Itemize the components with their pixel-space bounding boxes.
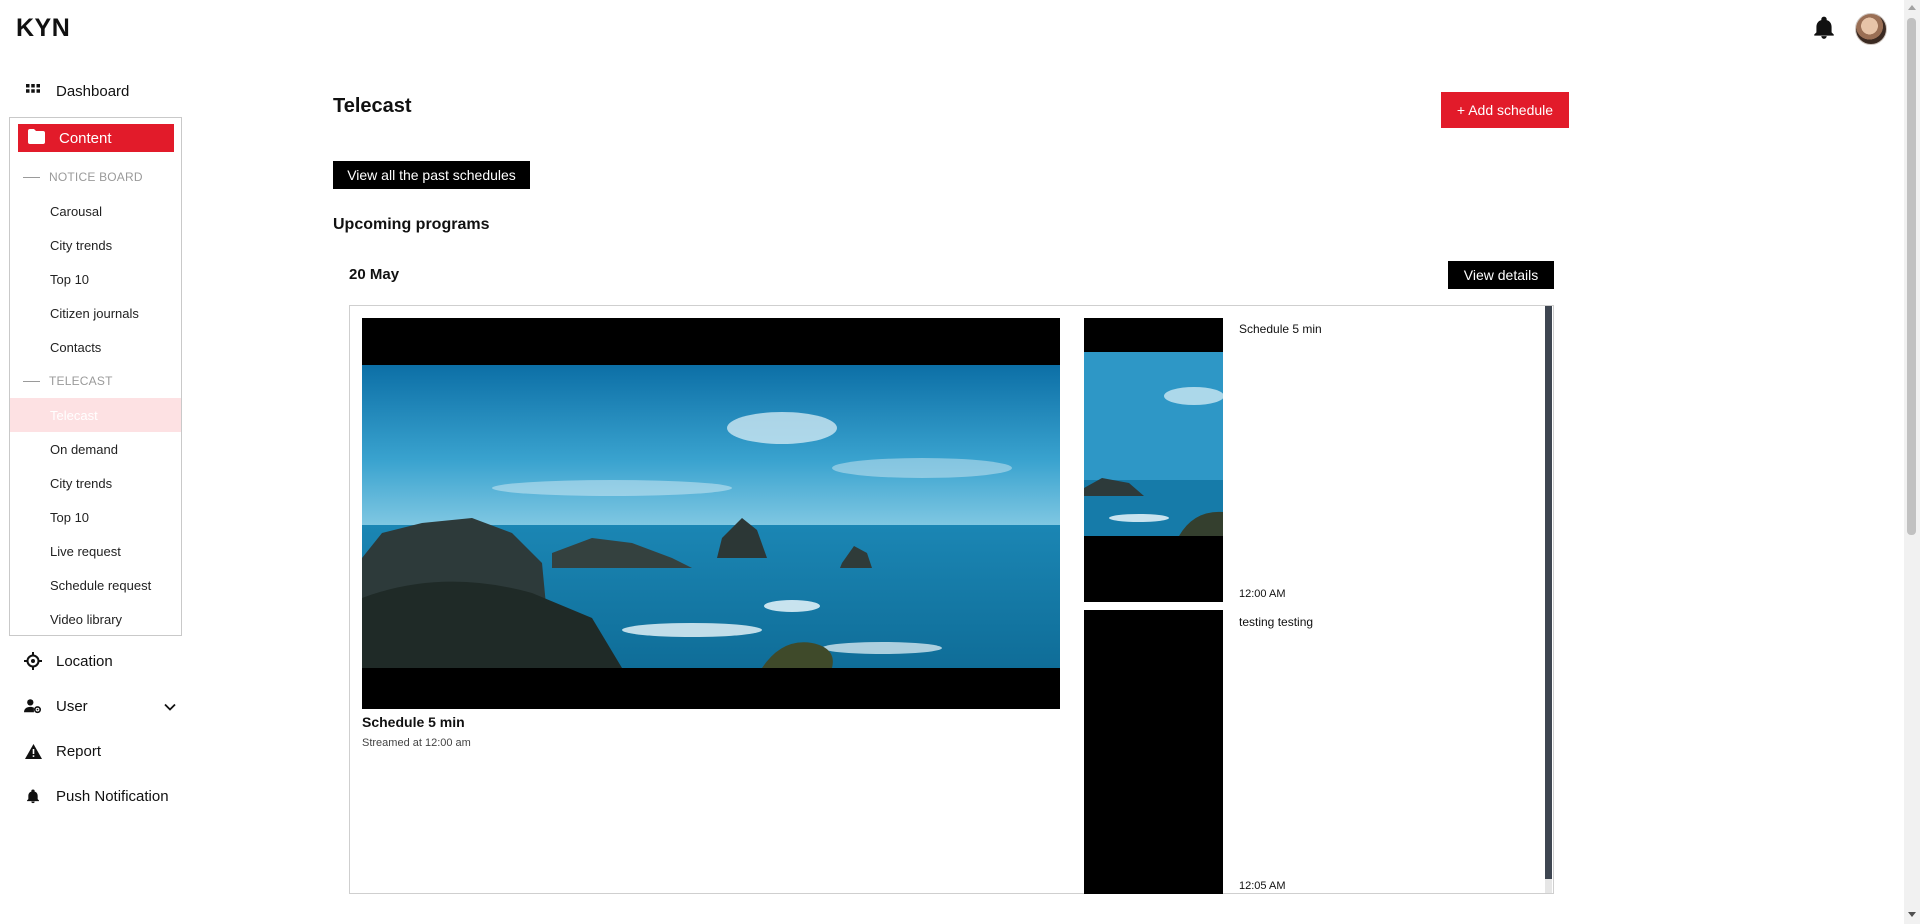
sidebar-item-video-library[interactable]: Video library xyxy=(50,612,122,627)
sidebar-item-city-trends[interactable]: City trends xyxy=(50,238,112,253)
schedule-time: 12:05 AM xyxy=(1239,880,1286,892)
sidebar-item-telecast[interactable]: Telecast xyxy=(50,408,98,423)
nav-dashboard[interactable]: Dashboard xyxy=(24,82,129,100)
app-logo[interactable]: KYN xyxy=(16,14,70,43)
dash-icon xyxy=(23,380,40,382)
sidebar-item-top-10[interactable]: Top 10 xyxy=(50,272,89,287)
nav-user[interactable]: User xyxy=(24,697,88,715)
schedule-title: testing testing xyxy=(1239,615,1314,629)
section-notice-board: NOTICE BOARD xyxy=(23,170,143,184)
nav-content-label: Content xyxy=(59,129,112,147)
sidebar-item-carousal[interactable]: Carousal xyxy=(50,204,102,219)
user-avatar[interactable] xyxy=(1855,13,1887,45)
nav-report[interactable]: Report xyxy=(24,742,101,760)
sidebar-item-telecast-top-10[interactable]: Top 10 xyxy=(50,510,89,525)
add-schedule-button[interactable]: + Add schedule xyxy=(1441,92,1569,128)
folder-icon xyxy=(28,128,45,148)
notification-bell-icon[interactable] xyxy=(1811,14,1837,42)
sidebar-item-on-demand[interactable]: On demand xyxy=(50,442,118,457)
view-details-button[interactable]: View details xyxy=(1448,261,1554,289)
nav-push-notification[interactable]: Push Notification xyxy=(24,787,169,805)
schedule-title: Schedule 5 min xyxy=(1239,322,1322,336)
featured-title: Schedule 5 min xyxy=(362,714,465,730)
panel-scrollbar-track[interactable] xyxy=(1545,879,1552,893)
user-settings-icon xyxy=(24,697,42,715)
sidebar-item-live-request[interactable]: Live request xyxy=(50,544,121,559)
upcoming-heading: Upcoming programs xyxy=(333,216,490,233)
seascape-thumbnail xyxy=(1084,318,1223,602)
nav-location-label: Location xyxy=(56,652,113,670)
chevron-down-icon[interactable] xyxy=(163,700,177,714)
nav-report-label: Report xyxy=(56,742,102,760)
schedule-thumbnail[interactable] xyxy=(1084,610,1223,894)
seascape-thumbnail xyxy=(362,318,1060,709)
featured-video[interactable] xyxy=(362,318,1060,709)
schedule-date: 20 May xyxy=(349,266,400,283)
scroll-down-icon[interactable] xyxy=(1908,912,1916,917)
scroll-up-icon[interactable] xyxy=(1908,5,1916,10)
location-target-icon xyxy=(24,652,42,670)
featured-streamed-time: Streamed at 12:00 am xyxy=(362,737,471,749)
bell-icon xyxy=(24,787,42,805)
sidebar-item-telecast-city-trends[interactable]: City trends xyxy=(50,476,112,491)
nav-dashboard-label: Dashboard xyxy=(56,82,130,100)
page-scrollbar-thumb[interactable] xyxy=(1907,18,1916,535)
nav-location[interactable]: Location xyxy=(24,652,113,670)
nav-user-label: User xyxy=(56,697,88,715)
nav-content[interactable]: Content xyxy=(18,124,174,152)
panel-scrollbar[interactable] xyxy=(1545,306,1552,879)
schedule-time: 12:00 AM xyxy=(1239,588,1286,600)
dash-icon xyxy=(23,176,40,178)
view-past-schedules-button[interactable]: View all the past schedules xyxy=(333,161,530,189)
sidebar-item-schedule-request[interactable]: Schedule request xyxy=(50,578,151,593)
schedule-thumbnail[interactable] xyxy=(1084,318,1223,602)
page-title: Telecast xyxy=(333,95,412,117)
sidebar-item-citizen-journals[interactable]: Citizen journals xyxy=(50,306,139,321)
sidebar-item-contacts[interactable]: Contacts xyxy=(50,340,101,355)
warning-icon xyxy=(24,742,42,760)
nav-push-notification-label: Push Notification xyxy=(56,787,169,805)
grid-icon xyxy=(24,82,42,100)
section-telecast: TELECAST xyxy=(23,374,113,388)
